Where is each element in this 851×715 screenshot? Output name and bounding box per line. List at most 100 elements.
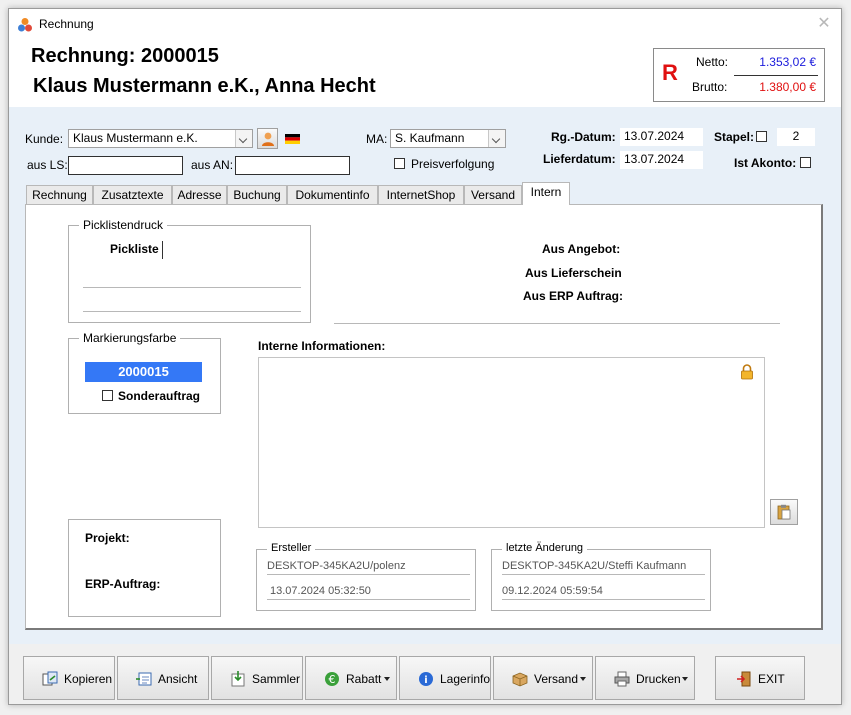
rabatt-label: Rabatt bbox=[346, 672, 382, 686]
clipboard-icon bbox=[777, 504, 791, 520]
brutto-label: Brutto: bbox=[692, 80, 728, 94]
exit-button[interactable]: EXIT bbox=[715, 656, 805, 700]
ersteller-date: 13.07.2024 05:32:50 bbox=[267, 584, 470, 600]
close-icon[interactable]: ✕ bbox=[815, 15, 833, 33]
preisverfolgung-checkbox[interactable] bbox=[394, 158, 405, 169]
picklist-line-2 bbox=[83, 311, 301, 312]
printer-icon bbox=[614, 671, 630, 687]
package-icon bbox=[512, 672, 528, 687]
dropdown-arrow-icon[interactable] bbox=[682, 677, 688, 681]
drucken-button[interactable]: Drucken bbox=[595, 656, 695, 700]
aus-angebot-label: Aus Angebot: bbox=[542, 242, 621, 256]
aus-an-label: aus AN: bbox=[191, 158, 234, 172]
view-icon bbox=[136, 672, 152, 686]
form-area: Kunde: Klaus Mustermann e.K. MA: S. Kauf… bbox=[9, 107, 841, 644]
customer-contact-button[interactable] bbox=[257, 128, 278, 149]
chevron-down-icon[interactable] bbox=[235, 130, 252, 147]
aus-erp-label: Aus ERP Auftrag: bbox=[523, 289, 624, 303]
projekt-group: Projekt: ERP-Auftrag: bbox=[68, 519, 221, 617]
paste-button[interactable] bbox=[770, 499, 798, 525]
lieferdatum-value: 13.07.2024 bbox=[624, 152, 685, 166]
aenderung-group: letzte Änderung DESKTOP-345KA2U/Steffi K… bbox=[491, 542, 711, 611]
tab-buchung[interactable]: Buchung bbox=[227, 185, 287, 205]
pickliste-field[interactable] bbox=[162, 241, 290, 259]
kopieren-label: Kopieren bbox=[64, 672, 113, 686]
collector-icon bbox=[231, 671, 245, 687]
erp-auftrag-field[interactable] bbox=[81, 592, 203, 610]
tab-label: Versand bbox=[470, 188, 516, 202]
sammler-button[interactable]: Sammler bbox=[211, 656, 303, 700]
kunde-label: Kunde: bbox=[25, 132, 64, 146]
invoice-window: Rechnung ✕ Rechnung: 2000015 Klaus Muste… bbox=[8, 8, 842, 705]
ma-label: MA: bbox=[366, 132, 388, 146]
rg-datum-field[interactable]: 13.07.2024 bbox=[620, 128, 703, 146]
aus-ls-field[interactable] bbox=[68, 156, 183, 175]
aus-erp-field[interactable] bbox=[622, 287, 762, 305]
projekt-field[interactable] bbox=[81, 547, 203, 565]
totals-divider bbox=[734, 75, 818, 76]
brutto-value: 1.380,00 € bbox=[759, 80, 816, 94]
aus-angebot-field[interactable] bbox=[622, 240, 762, 258]
tab-label: Dokumentinfo bbox=[295, 188, 370, 202]
tab-adresse[interactable]: Adresse bbox=[172, 185, 227, 205]
tab-label: Intern bbox=[530, 185, 562, 199]
ersteller-user: DESKTOP-345KA2U/polenz bbox=[267, 559, 470, 575]
tab-rechnung[interactable]: Rechnung bbox=[26, 185, 93, 205]
aus-lieferschein-field[interactable] bbox=[622, 264, 762, 282]
stapel-field[interactable]: 2 bbox=[777, 128, 815, 146]
stapel-checkbox[interactable] bbox=[756, 131, 767, 142]
rg-datum-label: Rg.-Datum: bbox=[551, 130, 616, 144]
akonto-checkbox[interactable] bbox=[800, 157, 811, 168]
drucken-label: Drucken bbox=[636, 672, 681, 686]
markierungsfarbe-group: Markierungsfarbe 2000015 Sonderauftrag bbox=[68, 331, 221, 414]
kunde-combobox[interactable]: Klaus Mustermann e.K. bbox=[68, 129, 253, 148]
tab-dokumentinfo[interactable]: Dokumentinfo bbox=[287, 185, 378, 205]
window-title: Rechnung bbox=[39, 17, 94, 31]
versand-label: Versand bbox=[534, 672, 579, 686]
tab-internetshop[interactable]: InternetShop bbox=[378, 185, 464, 205]
document-title: Rechnung: 2000015 bbox=[31, 45, 219, 67]
rg-datum-value: 13.07.2024 bbox=[624, 129, 685, 143]
tab-zusatztexte[interactable]: Zusatztexte bbox=[93, 185, 172, 205]
sonderauftrag-checkbox[interactable] bbox=[102, 390, 113, 401]
interne-info-textarea[interactable] bbox=[258, 357, 765, 528]
document-type-badge: R bbox=[662, 60, 678, 85]
preisverfolgung-label: Preisverfolgung bbox=[411, 157, 495, 171]
lieferdatum-label: Lieferdatum: bbox=[543, 152, 616, 166]
document-header: Rechnung: 2000015 Klaus Mustermann e.K.,… bbox=[9, 39, 841, 107]
picklist-group-title: Picklistendruck bbox=[79, 218, 168, 232]
ansicht-button[interactable]: Ansicht bbox=[117, 656, 209, 700]
kopieren-button[interactable]: Kopieren bbox=[23, 656, 115, 700]
aus-an-field[interactable] bbox=[235, 156, 350, 175]
markierungsfarbe-field[interactable]: 2000015 bbox=[85, 362, 202, 382]
euro-icon: € bbox=[325, 672, 339, 686]
ansicht-label: Ansicht bbox=[158, 672, 198, 686]
lieferdatum-field[interactable]: 13.07.2024 bbox=[620, 151, 703, 169]
dropdown-arrow-icon[interactable] bbox=[580, 677, 586, 681]
sammler-label: Sammler bbox=[252, 672, 301, 686]
exit-label: EXIT bbox=[758, 672, 785, 686]
ma-combobox[interactable]: S. Kaufmann bbox=[390, 129, 506, 148]
aenderung-user: DESKTOP-345KA2U/Steffi Kaufmann bbox=[502, 559, 705, 575]
picklist-line-1 bbox=[83, 287, 301, 288]
lagerinfo-label: Lagerinfo bbox=[440, 672, 491, 686]
rabatt-button[interactable]: € Rabatt bbox=[305, 656, 397, 700]
akonto-label: Ist Akonto: bbox=[734, 156, 797, 170]
tab-intern[interactable]: Intern bbox=[522, 182, 570, 205]
tab-versand[interactable]: Versand bbox=[464, 185, 522, 205]
exit-door-icon bbox=[737, 671, 751, 687]
tab-label: Rechnung bbox=[32, 188, 87, 202]
tab-label: Zusatztexte bbox=[101, 188, 164, 202]
sonderauftrag-label: Sonderauftrag bbox=[118, 389, 201, 403]
svg-text:€: € bbox=[329, 673, 336, 686]
chevron-down-icon[interactable] bbox=[488, 130, 505, 147]
copy-icon bbox=[42, 671, 58, 686]
lagerinfo-button[interactable]: i Lagerinfo bbox=[399, 656, 491, 700]
lock-icon[interactable] bbox=[740, 364, 754, 380]
versand-button[interactable]: Versand bbox=[493, 656, 593, 700]
dropdown-arrow-icon[interactable] bbox=[384, 677, 390, 681]
app-icon bbox=[18, 18, 32, 32]
tab-label: Adresse bbox=[177, 188, 222, 202]
stapel-value: 2 bbox=[792, 129, 800, 143]
ersteller-group: Ersteller DESKTOP-345KA2U/polenz 13.07.2… bbox=[256, 542, 476, 611]
